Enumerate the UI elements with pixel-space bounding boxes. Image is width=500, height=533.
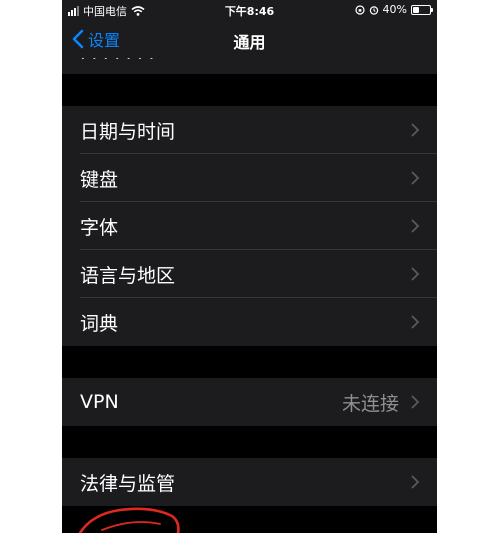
row-label: 语言与地区 xyxy=(80,264,176,287)
row-label: 键盘 xyxy=(80,168,119,191)
row-language-region[interactable]: 语言与地区 xyxy=(62,250,437,298)
page-title: 通用 xyxy=(233,33,266,52)
chevron-right-icon xyxy=(411,395,419,409)
status-right: 40% xyxy=(354,3,433,16)
settings-group-general: 日期与时间 键盘 字体 语言与地区 词典 xyxy=(62,106,437,346)
red-annotation-scribble xyxy=(78,507,180,533)
row-dictionary[interactable]: 词典 xyxy=(62,298,437,346)
row-label: VPN xyxy=(80,391,119,413)
vpn-status: 未连接 xyxy=(341,392,399,415)
battery-icon xyxy=(411,4,433,15)
row-label: 词典 xyxy=(80,312,119,335)
battery-percent: 40% xyxy=(382,3,407,16)
row-fonts[interactable]: 字体 xyxy=(62,202,437,250)
row-vpn[interactable]: VPN 未连接 xyxy=(62,378,437,426)
row-label: 法律与监管 xyxy=(80,472,176,495)
row-date-time[interactable]: 日期与时间 xyxy=(62,106,437,154)
row-legal-regulatory[interactable]: 法律与监管 xyxy=(62,458,437,506)
chevron-right-icon xyxy=(411,219,419,233)
phone-screen: 中国电信 下午8:46 40% 设置 通用 · · · · · · · 日期与时… xyxy=(62,0,437,533)
settings-group-legal: 法律与监管 xyxy=(62,458,437,506)
chevron-right-icon xyxy=(411,171,419,185)
battery-fill xyxy=(413,6,420,13)
row-label: 字体 xyxy=(80,216,119,239)
chevron-right-icon xyxy=(411,315,419,329)
status-bar: 中国电信 下午8:46 40% xyxy=(62,0,437,20)
row-keyboard[interactable]: 键盘 xyxy=(62,154,437,202)
row-label: 日期与时间 xyxy=(80,120,176,143)
cutoff-list-item[interactable]: · · · · · · · xyxy=(62,58,437,74)
chevron-right-icon xyxy=(411,123,419,137)
cutoff-text: · · · · · · · xyxy=(80,58,155,69)
orientation-lock-icon xyxy=(354,4,365,15)
alarm-icon xyxy=(369,5,378,15)
settings-group-vpn: VPN 未连接 xyxy=(62,378,437,426)
chevron-right-icon xyxy=(411,475,419,489)
navigation-bar: 设置 通用 xyxy=(62,20,437,58)
chevron-right-icon xyxy=(411,267,419,281)
